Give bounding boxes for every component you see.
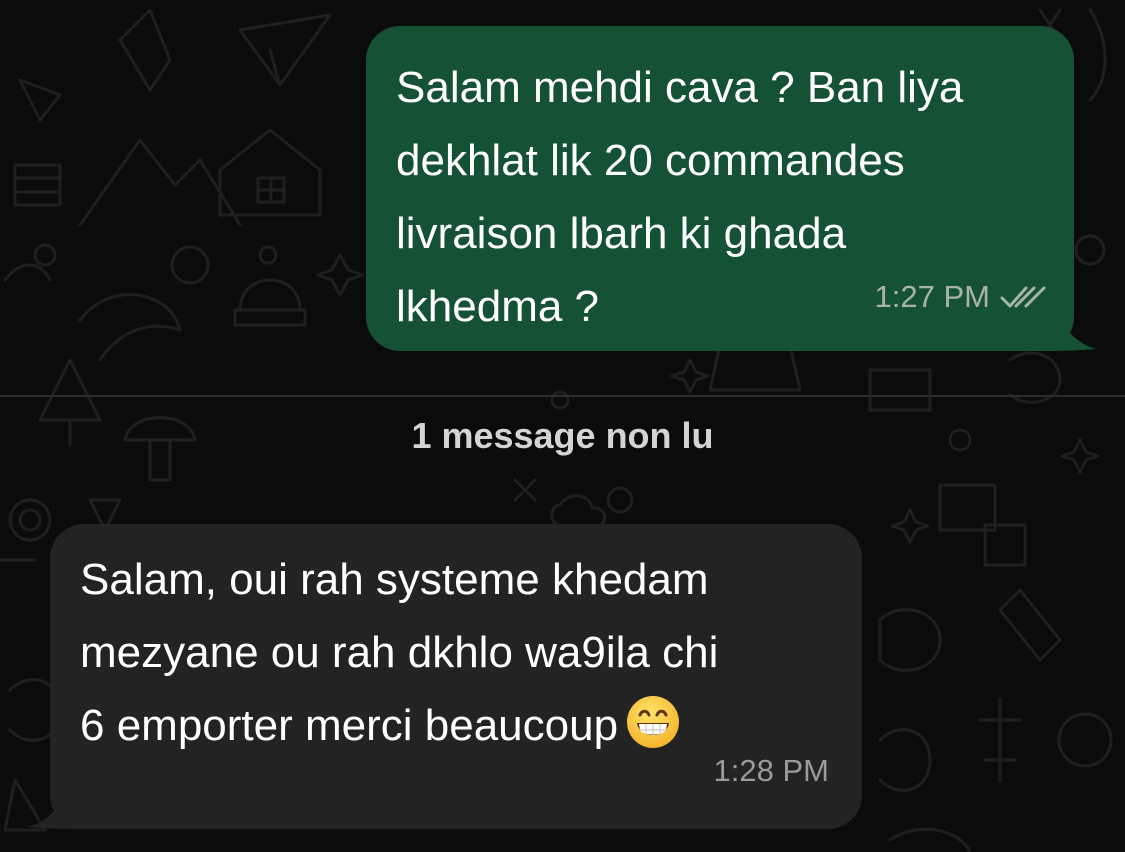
- incoming-message-meta: 1:28 PM: [714, 734, 829, 807]
- message-line: mezyane ou rah dkhlo wa9ila chi: [80, 628, 719, 677]
- message-line: Salam mehdi cava ? Ban liya: [396, 63, 964, 112]
- incoming-message-text: Salam, oui rah systeme khedam mezyane ou…: [80, 543, 832, 762]
- outgoing-message-meta: 1:27 PM: [875, 260, 1046, 333]
- message-timestamp: 1:28 PM: [713, 753, 829, 788]
- unread-divider-line: [0, 395, 1125, 397]
- message-line: dekhlat lik 20 commandes: [396, 136, 905, 185]
- outgoing-message-bubble[interactable]: Salam mehdi cava ? Ban liya dekhlat lik …: [366, 26, 1096, 351]
- message-timestamp: 1:27 PM: [874, 279, 990, 314]
- double-check-read-icon: [1000, 286, 1046, 307]
- message-line: Salam, oui rah systeme khedam: [80, 555, 709, 604]
- incoming-message-bubble[interactable]: Salam, oui rah systeme khedam mezyane ou…: [28, 524, 862, 829]
- unread-messages-label: 1 message non lu: [411, 415, 714, 456]
- grinning-face-with-smiling-eyes-emoji: [627, 696, 680, 749]
- message-line-text: 6 emporter merci beaucoup: [80, 701, 619, 750]
- incoming-bubble-tail: [28, 789, 88, 829]
